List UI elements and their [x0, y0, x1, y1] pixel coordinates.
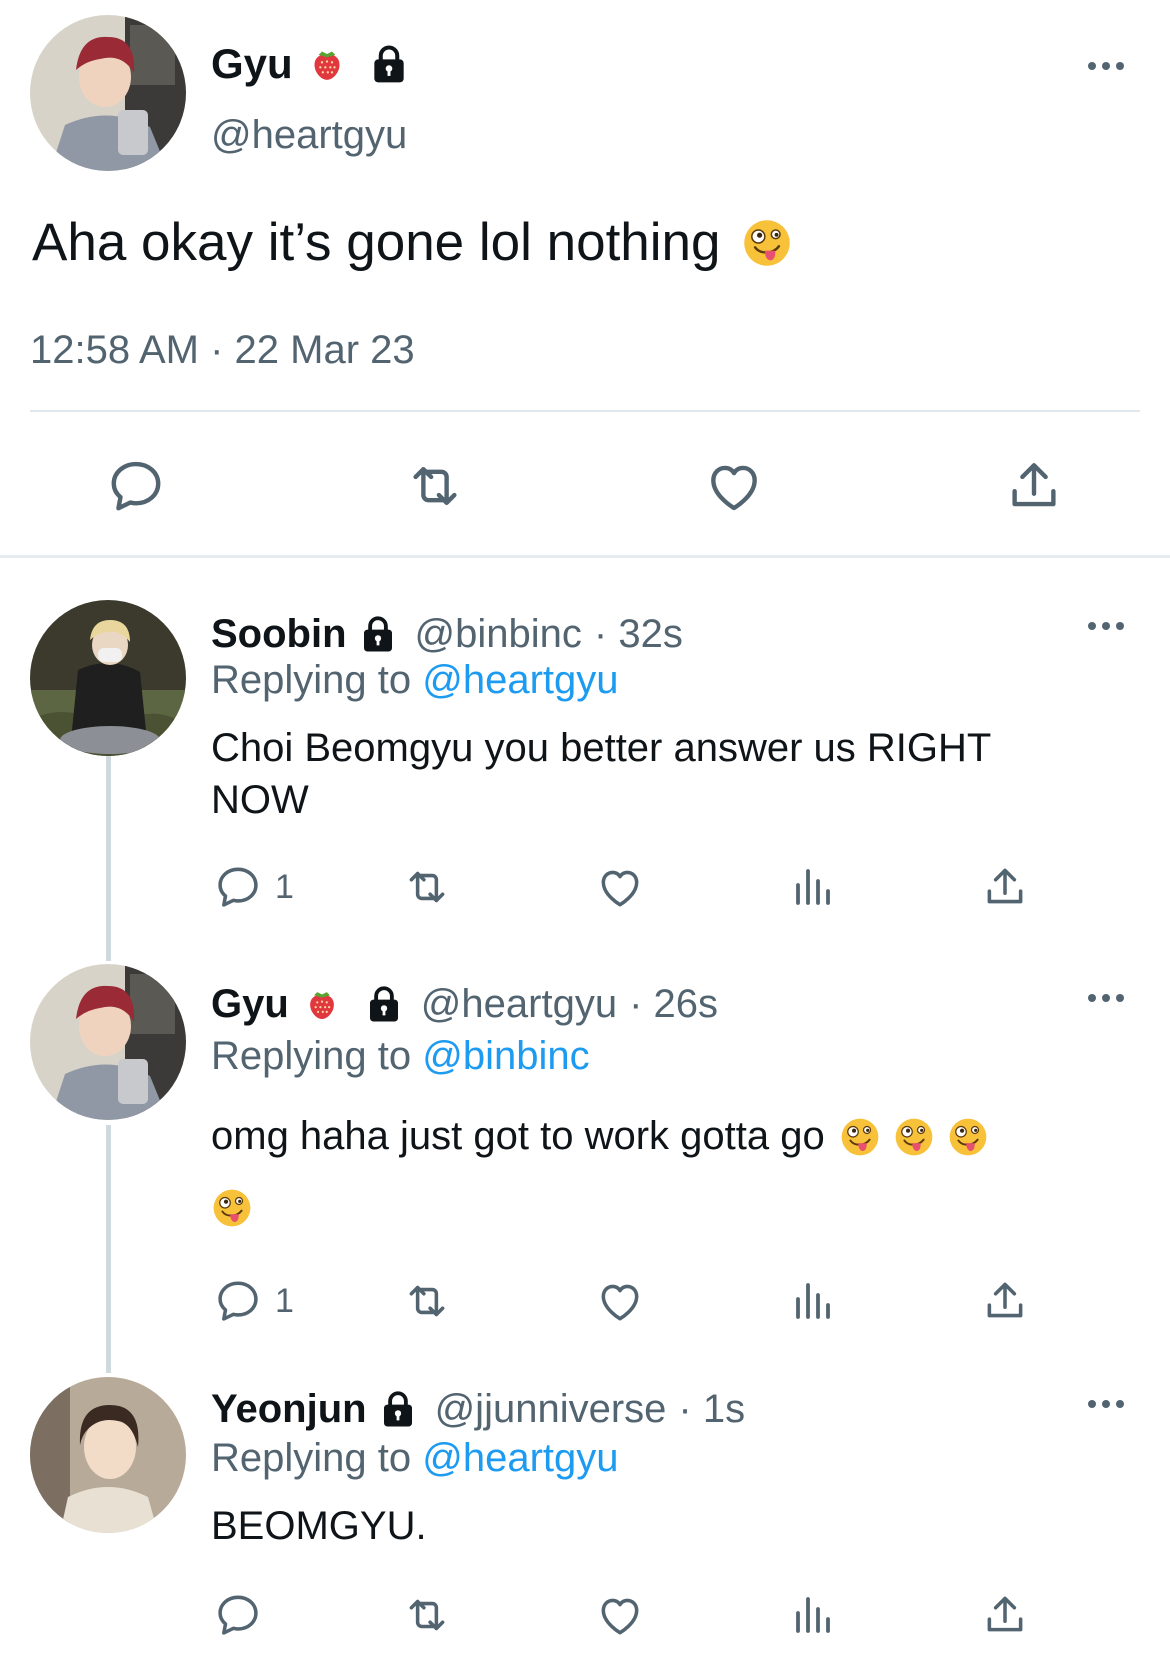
reply-count: 1: [275, 1281, 294, 1320]
reply-text-line: Choi Beomgyu you better answer us RIGHT: [211, 726, 992, 770]
reply-count: 1: [275, 867, 294, 906]
more-options-icon[interactable]: [1086, 1398, 1126, 1410]
reply-time[interactable]: · 32s: [594, 612, 683, 657]
more-options-icon[interactable]: [1086, 992, 1126, 1004]
like-button[interactable]: [595, 1590, 645, 1640]
strawberry-icon: [303, 985, 341, 1023]
heart-icon: [703, 455, 765, 517]
strawberry-icon: [307, 44, 347, 84]
tweet-timestamp[interactable]: 12:58 AM · 22 Mar 23: [30, 328, 415, 373]
replying-to-handle[interactable]: @heartgyu: [422, 658, 618, 702]
share-button[interactable]: [980, 1276, 1030, 1326]
reply-icon: [105, 455, 167, 517]
avatar-soobin[interactable]: [30, 600, 186, 756]
heart-icon: [595, 1276, 645, 1326]
share-button[interactable]: [1003, 455, 1065, 517]
reply-icon: [213, 1590, 263, 1640]
retweet-button[interactable]: [402, 455, 468, 517]
reply-text-line: NOW: [211, 778, 309, 822]
views-button[interactable]: [788, 1590, 836, 1640]
retweet-button[interactable]: [400, 1276, 454, 1326]
display-name[interactable]: Soobin: [211, 612, 347, 657]
section-divider: [0, 555, 1170, 558]
views-button[interactable]: [788, 862, 836, 912]
replying-to: Replying to @binbinc: [211, 1034, 590, 1079]
zany-face-icon: [893, 1116, 935, 1158]
reply-header: Yeonjun @jjunniverse · 1s: [211, 1384, 745, 1434]
display-name[interactable]: Gyu: [211, 40, 293, 88]
reply-header: Gyu @heartgyu · 26s: [211, 979, 718, 1029]
share-icon: [980, 1590, 1030, 1640]
handle[interactable]: @binbinc: [415, 612, 582, 657]
reply-header: Soobin @binbinc · 32s: [211, 610, 683, 658]
reply-icon: [213, 1276, 263, 1326]
retweet-icon: [402, 455, 468, 517]
heart-icon: [595, 862, 645, 912]
like-button[interactable]: [703, 455, 765, 517]
tweet-text-row: Aha okay it’s gone lol nothing: [32, 212, 793, 273]
share-icon: [1003, 455, 1065, 517]
zany-face-icon: [211, 1187, 253, 1229]
handle[interactable]: @jjunniverse: [435, 1387, 667, 1432]
lock-icon: [367, 42, 411, 86]
main-author-row: Gyu: [211, 38, 411, 90]
thread-line: [106, 1125, 111, 1373]
handle[interactable]: @heartgyu: [211, 113, 407, 158]
views-button[interactable]: [788, 1276, 836, 1326]
reply-button[interactable]: [213, 1590, 263, 1640]
lock-icon: [363, 983, 405, 1025]
like-button[interactable]: [595, 862, 645, 912]
views-icon: [788, 1590, 836, 1640]
views-icon: [788, 862, 836, 912]
reply-time[interactable]: · 26s: [629, 982, 718, 1027]
divider: [30, 410, 1140, 412]
avatar-gyu[interactable]: [30, 964, 186, 1120]
display-name[interactable]: Yeonjun: [211, 1387, 367, 1432]
like-button[interactable]: [595, 1276, 645, 1326]
lock-icon: [377, 1388, 419, 1430]
views-icon: [788, 1276, 836, 1326]
retweet-icon: [400, 1276, 454, 1326]
retweet-icon: [400, 862, 454, 912]
share-button[interactable]: [980, 1590, 1030, 1640]
reply-icon: [213, 862, 263, 912]
share-icon: [980, 1276, 1030, 1326]
avatar-yeonjun[interactable]: [30, 1377, 186, 1533]
display-name[interactable]: Gyu: [211, 982, 289, 1027]
reply-button[interactable]: [105, 455, 167, 517]
share-button[interactable]: [980, 862, 1030, 912]
replying-to: Replying to @heartgyu: [211, 1436, 619, 1481]
reply-text-row: omg haha just got to work gotta go: [211, 1114, 989, 1159]
reply-time[interactable]: · 1s: [678, 1387, 745, 1432]
replying-to: Replying to @heartgyu: [211, 658, 619, 703]
more-options-icon[interactable]: [1086, 620, 1126, 632]
more-options-icon[interactable]: [1086, 60, 1126, 72]
lock-icon: [357, 613, 399, 655]
replying-to-handle[interactable]: @heartgyu: [422, 1436, 618, 1480]
handle[interactable]: @heartgyu: [421, 982, 617, 1027]
reply-text: BEOMGYU.: [211, 1504, 427, 1548]
heart-icon: [595, 1590, 645, 1640]
zany-face-icon: [741, 217, 793, 269]
avatar-gyu-main[interactable]: [30, 15, 186, 171]
thread-line: [106, 756, 111, 961]
reply-button[interactable]: 1: [213, 862, 294, 912]
replying-to-handle[interactable]: @binbinc: [422, 1034, 589, 1078]
retweet-button[interactable]: [400, 1590, 454, 1640]
replying-to-prefix: Replying to: [211, 1034, 423, 1078]
reply-button[interactable]: 1: [213, 1276, 294, 1326]
replying-to-prefix: Replying to: [211, 658, 423, 702]
retweet-icon: [400, 1590, 454, 1640]
reply-text: omg haha just got to work gotta go: [211, 1114, 825, 1158]
retweet-button[interactable]: [400, 862, 454, 912]
share-icon: [980, 862, 1030, 912]
reply-text: Choi Beomgyu you better answer us RIGHT …: [211, 722, 991, 826]
zany-face-icon: [947, 1116, 989, 1158]
replying-to-prefix: Replying to: [211, 1436, 423, 1480]
zany-face-icon: [839, 1116, 881, 1158]
tweet-text: Aha okay it’s gone lol nothing: [32, 213, 721, 272]
